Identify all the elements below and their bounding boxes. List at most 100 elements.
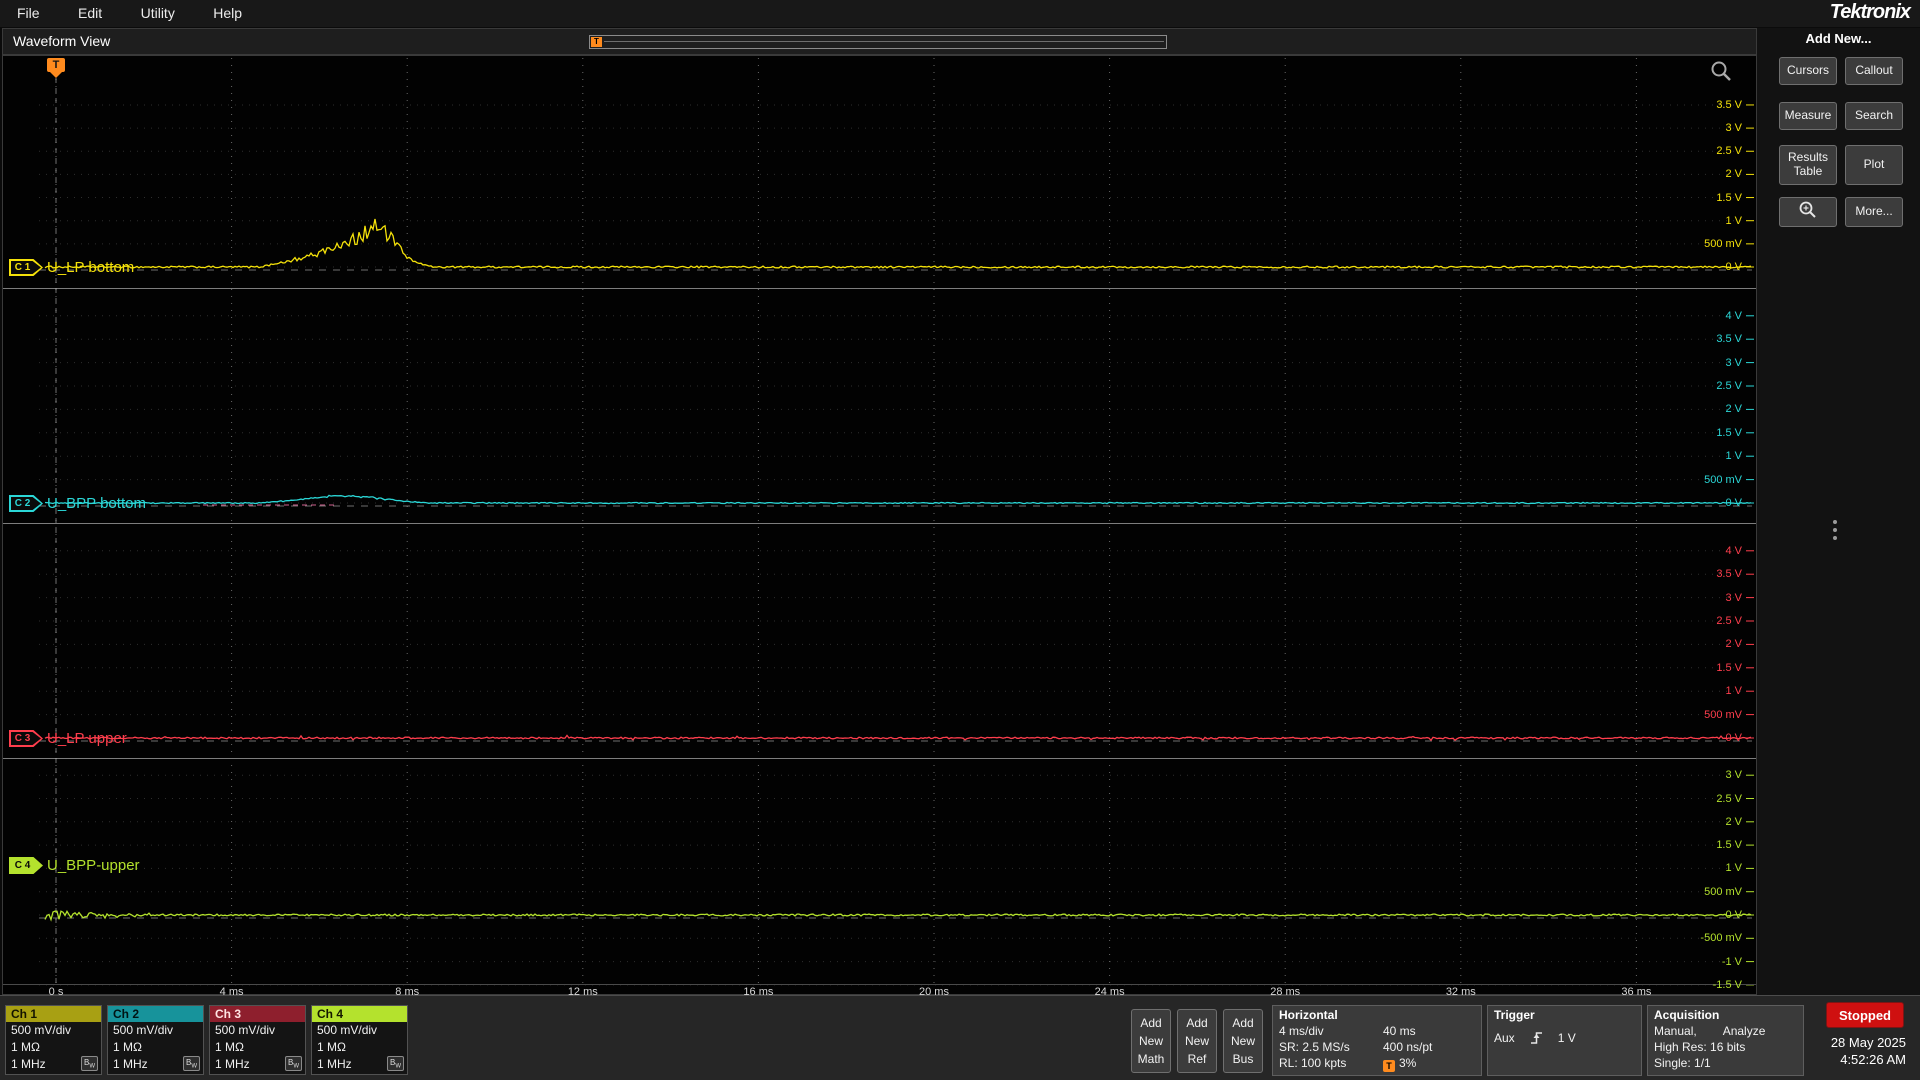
- magnifier-icon[interactable]: [1709, 59, 1733, 83]
- scale-label-ch2: 2 V: [1725, 403, 1742, 416]
- more-button[interactable]: More...: [1845, 197, 1903, 227]
- scale-label-ch2: 3 V: [1725, 356, 1742, 369]
- horizontal-window: 40 ms: [1383, 1024, 1416, 1038]
- channel-impedance: 1 MΩ: [215, 1040, 244, 1054]
- scale-label-ch1: 2.5 V: [1716, 145, 1742, 158]
- menu-bar: File Edit Utility Help Tektronix: [0, 0, 1920, 27]
- channel-card-ch1[interactable]: Ch 1 500 mV/div 1 MΩ 1 MHz BW: [5, 1005, 102, 1075]
- channel-badge-c3[interactable]: C 3: [9, 730, 43, 747]
- acquisition-resolution: High Res: 16 bits: [1654, 1040, 1746, 1054]
- scale-label-ch4: 1.5 V: [1716, 839, 1742, 852]
- horizontal-sample-rate: SR: 2.5 MS/s: [1279, 1040, 1350, 1054]
- trigger-badge[interactable]: Trigger Aux 1 V: [1487, 1005, 1642, 1076]
- menu-help[interactable]: Help: [196, 0, 259, 27]
- acquisition-single: Single: 1/1: [1654, 1056, 1711, 1070]
- channel-badge-c2[interactable]: C 2: [9, 495, 43, 512]
- measure-button[interactable]: Measure: [1779, 102, 1837, 130]
- acquisition-title: Acquisition: [1654, 1008, 1720, 1022]
- channel-card-ch4[interactable]: Ch 4 500 mV/div 1 MΩ 1 MHz BW: [311, 1005, 408, 1075]
- channel-card-header: Ch 3: [210, 1006, 305, 1022]
- callout-button[interactable]: Callout: [1845, 57, 1903, 85]
- date-text: 28 May 2025: [1830, 1035, 1906, 1050]
- waveform-label-ch4[interactable]: U_BPP-upper: [47, 857, 140, 874]
- scale-label-ch4: 2 V: [1725, 815, 1742, 828]
- waveform-display-area[interactable]: T 3.5 V 3 V 2.5 V 2 V 1.5 V 1 V 500 mV 0 V 4 V 3.…: [2, 55, 1757, 998]
- scale-label-ch3: 3.5 V: [1716, 568, 1742, 581]
- run-stop-status-button[interactable]: Stopped: [1826, 1002, 1904, 1028]
- channel-scale: 500 mV/div: [11, 1023, 72, 1037]
- channel-impedance: 1 MΩ: [113, 1040, 142, 1054]
- scale-label-ch2: 4 V: [1725, 309, 1742, 322]
- waveform-view-title: Waveform View: [13, 33, 111, 49]
- scale-label-ch3: 0 V: [1725, 732, 1742, 744]
- channel-impedance: 1 MΩ: [317, 1040, 346, 1054]
- horizontal-record-length: RL: 100 kpts: [1279, 1056, 1347, 1070]
- panel-resize-grip[interactable]: [1833, 516, 1837, 544]
- add-new-ref-button[interactable]: Add New Ref: [1177, 1009, 1217, 1073]
- acquisition-badge[interactable]: Acquisition Manual, Analyze High Res: 16…: [1647, 1005, 1804, 1076]
- bandwidth-limit-icon: BW: [285, 1056, 302, 1071]
- scale-label-ch4: -500 mV: [1700, 932, 1742, 945]
- rising-edge-icon: [1530, 1032, 1542, 1044]
- channel-card-header: Ch 4: [312, 1006, 407, 1022]
- channel-card-ch3[interactable]: Ch 3 500 mV/div 1 MΩ 1 MHz BW: [209, 1005, 306, 1075]
- results-table-button[interactable]: Results Table: [1779, 145, 1837, 185]
- channel-scale: 500 mV/div: [317, 1023, 378, 1037]
- scale-label-ch2: 0 V: [1725, 497, 1742, 509]
- zoom-overview-bar[interactable]: T: [589, 35, 1167, 49]
- waveform-view-titlebar: Waveform View T: [2, 28, 1757, 55]
- cursors-button[interactable]: Cursors: [1779, 57, 1837, 85]
- menu-file[interactable]: File: [0, 0, 57, 27]
- trigger-level: 1 V: [1557, 1031, 1576, 1045]
- plot-button[interactable]: Plot: [1845, 145, 1903, 185]
- channel-badge-c4[interactable]: C 4: [9, 857, 43, 874]
- scale-label-ch2: 1.5 V: [1716, 426, 1742, 439]
- acquisition-analyze: Analyze: [1722, 1024, 1766, 1038]
- search-button[interactable]: Search: [1845, 102, 1903, 130]
- scale-label-ch3: 4 V: [1725, 544, 1742, 557]
- horizontal-badge[interactable]: Horizontal 4 ms/div 40 ms SR: 2.5 MS/s 4…: [1272, 1005, 1482, 1076]
- minimap-track: [604, 41, 1164, 42]
- bandwidth-limit-icon: BW: [81, 1056, 98, 1071]
- scale-label-ch1: 3 V: [1725, 122, 1742, 135]
- right-panel: Add New... Cursors Callout Measure Searc…: [1757, 28, 1920, 995]
- scale-label-ch1: 500 mV: [1704, 237, 1742, 250]
- horizontal-title: Horizontal: [1279, 1008, 1338, 1022]
- add-new-bus-button[interactable]: Add New Bus: [1223, 1009, 1263, 1073]
- scale-label-ch4: 0 V: [1725, 909, 1742, 921]
- horizontal-position: T 3%: [1383, 1055, 1475, 1072]
- menu-utility[interactable]: Utility: [124, 0, 192, 27]
- horizontal-sample-interval: 400 ns/pt: [1383, 1040, 1433, 1054]
- channel-scale: 500 mV/div: [113, 1023, 174, 1037]
- menu-edit[interactable]: Edit: [61, 0, 119, 27]
- bandwidth-limit-icon: BW: [183, 1056, 200, 1071]
- trigger-source: Aux: [1494, 1031, 1515, 1045]
- scale-label-ch4: 3 V: [1725, 769, 1742, 782]
- scale-label-ch4: -1.5 V: [1712, 978, 1742, 991]
- zoom-add-button[interactable]: [1779, 197, 1837, 227]
- waveform-label-ch3[interactable]: U_LP upper: [47, 730, 127, 747]
- channel-scale: 500 mV/div: [215, 1023, 276, 1037]
- channel-card-header: Ch 1: [6, 1006, 101, 1022]
- waveform-label-ch1[interactable]: U_LP bottom: [47, 259, 134, 276]
- datetime-display: 28 May 2025 4:52:26 AM: [1831, 1034, 1906, 1068]
- scale-label-ch3: 2.5 V: [1716, 615, 1742, 627]
- scale-label-ch1: 1 V: [1725, 214, 1742, 227]
- channel-impedance: 1 MΩ: [11, 1040, 40, 1054]
- waveform-label-ch2[interactable]: U_BPP bottom: [47, 495, 146, 512]
- zoom-magnifier-icon: [1799, 201, 1816, 218]
- scale-label-ch3: 1 V: [1725, 685, 1742, 698]
- scale-label-ch2: 500 mV: [1704, 473, 1742, 486]
- scale-label-ch1: 0 V: [1725, 261, 1742, 273]
- scale-label-ch3: 500 mV: [1704, 708, 1742, 721]
- trigger-position-flag[interactable]: T: [47, 58, 65, 78]
- time-text: 4:52:26 AM: [1840, 1052, 1906, 1067]
- minimap-trigger-icon: T: [591, 37, 602, 47]
- bottom-bar: Ch 1 500 mV/div 1 MΩ 1 MHz BW Ch 2 500 mV/div 1…: [0, 995, 1920, 1080]
- scale-label-ch3: 1.5 V: [1716, 661, 1742, 674]
- channel-badge-c1[interactable]: C 1: [9, 259, 43, 276]
- add-new-math-button[interactable]: Add New Math: [1131, 1009, 1171, 1073]
- scale-label-ch4: 500 mV: [1704, 885, 1742, 898]
- bandwidth-limit-icon: BW: [387, 1056, 404, 1071]
- channel-card-ch2[interactable]: Ch 2 500 mV/div 1 MΩ 1 MHz BW: [107, 1005, 204, 1075]
